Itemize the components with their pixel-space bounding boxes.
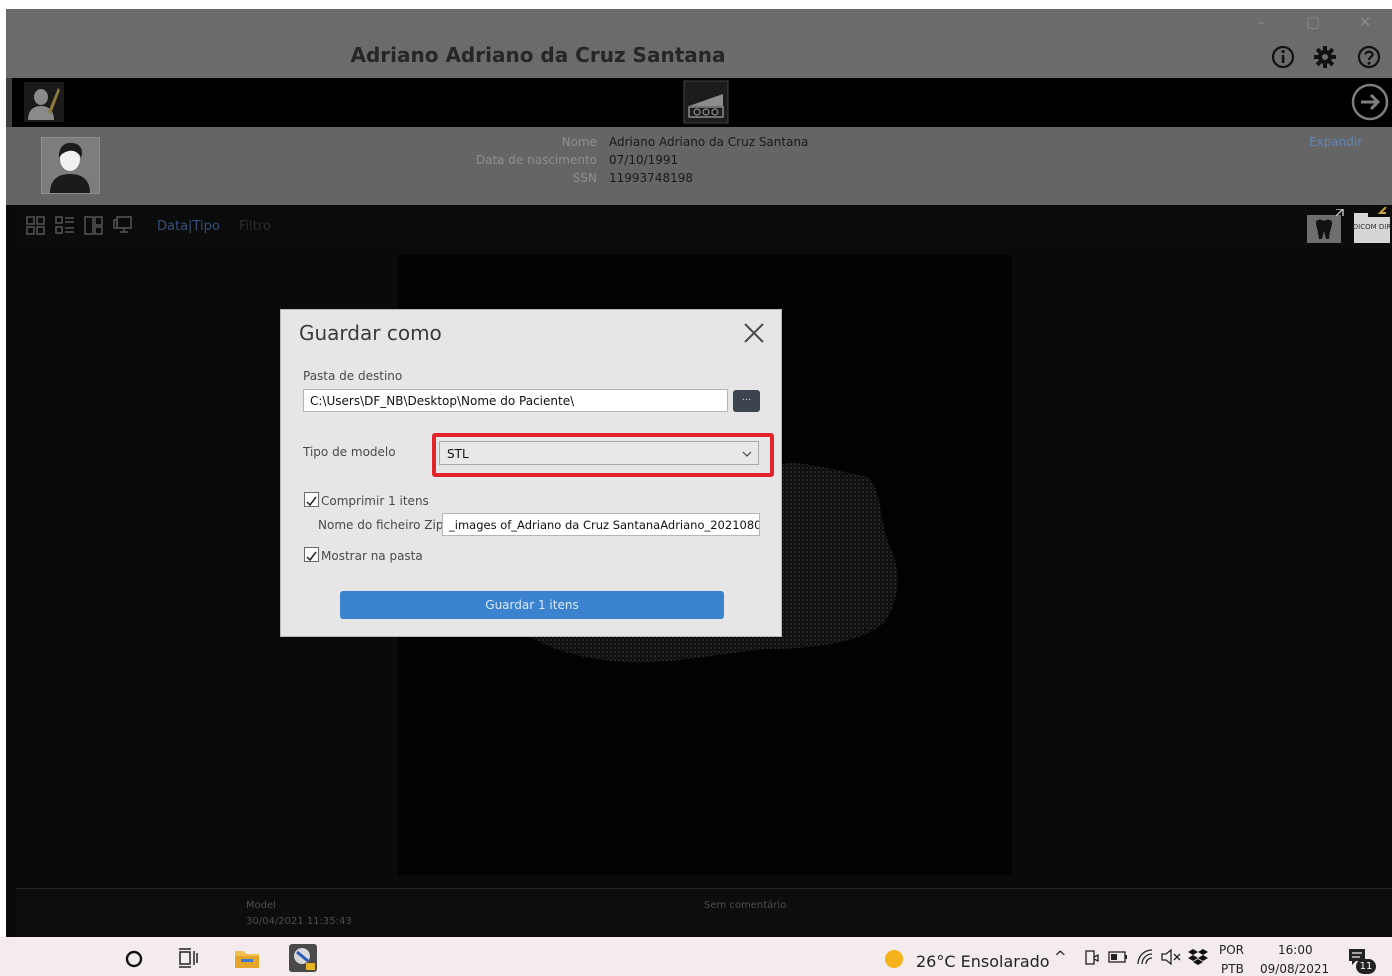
zip-name-label: Nome do ficheiro Zip (318, 518, 444, 532)
sort-by-date-type[interactable]: Data|Tipo (157, 219, 220, 234)
app-root: Adriano Adriano da Cruz Santana – ▢ ✕ No… (0, 0, 1392, 976)
volume-muted-icon[interactable] (1160, 949, 1182, 965)
dest-folder-input[interactable]: C:\Users\DF_NB\Desktop\Nome do Paciente\ (303, 389, 728, 412)
title-bar: Adriano Adriano da Cruz Santana – ▢ ✕ (6, 9, 1392, 78)
patient-ssn-label: SSN (572, 171, 597, 185)
scanner-icon[interactable] (683, 80, 729, 124)
patient-avatar[interactable] (41, 137, 100, 194)
person-icon (50, 142, 90, 193)
help-icon[interactable] (1356, 44, 1382, 70)
wifi-icon[interactable] (1136, 948, 1154, 966)
weather-text[interactable]: 26°C Ensolarado (916, 952, 1050, 971)
patient-panel: Nome Data de nascimento SSN Adriano Adri… (6, 127, 1392, 205)
item-info-bar: Model 30/04/2021 11:35:43 Sem comentário (16, 888, 1392, 937)
clock-date[interactable]: 09/08/2021 (1260, 962, 1329, 976)
show-in-folder-checkbox[interactable] (304, 547, 319, 562)
patient-name-label: Nome (561, 135, 597, 149)
checkmark-icon (306, 496, 317, 507)
expand-link[interactable]: Expandir (1309, 135, 1362, 149)
language-code[interactable]: POR (1219, 943, 1244, 957)
model-type-label: Tipo de modelo (303, 445, 396, 459)
window-title: Adriano Adriano da Cruz Santana (350, 43, 726, 67)
patient-name-value: Adriano Adriano da Cruz Santana (609, 135, 809, 149)
tooth-export-icon[interactable] (1306, 209, 1344, 245)
task-view-icon[interactable] (178, 948, 200, 968)
dropbox-icon[interactable] (1188, 948, 1208, 966)
clock-time[interactable]: 16:00 (1278, 943, 1313, 957)
brush-icon[interactable] (24, 82, 64, 122)
item-comment: Sem comentário (704, 900, 787, 911)
item-date: 30/04/2021 11:35:43 (246, 916, 352, 927)
toolbar-accent (6, 78, 12, 127)
split-view-icon[interactable] (84, 216, 104, 236)
arrow-right-circle-icon[interactable] (1351, 83, 1389, 121)
list-view-icon[interactable] (55, 216, 75, 236)
close-icon[interactable] (741, 320, 767, 346)
notification-badge: 11 (1356, 959, 1376, 974)
patient-dob-label: Data de nascimento (475, 153, 597, 167)
compress-checkbox[interactable] (304, 492, 319, 507)
save-button[interactable]: Guardar 1 itens (340, 591, 724, 619)
minimize-button[interactable]: – (1248, 13, 1274, 33)
battery-icon[interactable] (1108, 951, 1128, 963)
patient-ssn-value: 11993748198 (609, 171, 693, 185)
info-icon[interactable] (1270, 44, 1296, 70)
dicom-dir-icon[interactable]: DICOM DIR (1352, 207, 1392, 245)
dialog-title: Guardar como (299, 321, 442, 345)
dicom-dir-text: DICOM DIR (1353, 223, 1392, 231)
filter-link[interactable]: Filtro (239, 219, 271, 234)
maximize-button[interactable]: ▢ (1300, 13, 1326, 33)
search-circle-icon[interactable] (124, 949, 144, 969)
close-window-button[interactable]: ✕ (1352, 13, 1378, 33)
main-toolbar (6, 78, 1392, 127)
file-explorer-icon[interactable] (234, 947, 260, 969)
checkmark-icon (306, 551, 317, 562)
dental-app-icon[interactable] (288, 943, 318, 973)
dest-folder-label: Pasta de destino (303, 369, 403, 383)
chevron-up-icon[interactable]: ^ (1054, 948, 1067, 966)
item-type: Model (246, 900, 277, 911)
annotation-highlight-box (432, 433, 774, 477)
compress-label[interactable]: Comprimir 1 itens (321, 494, 429, 508)
meet-now-icon[interactable] (1083, 949, 1099, 967)
monitor-icon[interactable] (113, 216, 133, 236)
browse-button[interactable]: ... (733, 390, 760, 412)
keyboard-layout[interactable]: PTB (1221, 962, 1244, 976)
windows-taskbar: 26°C Ensolarado ^ POR PTB 16:00 09/08/20… (0, 937, 1392, 976)
patient-dob-value: 07/10/1991 (609, 153, 679, 167)
view-toolbar: Data|Tipo Filtro DICOM DIR (16, 205, 1392, 247)
zip-name-input[interactable]: _images of_Adriano da Cruz SantanaAdrian… (442, 513, 760, 536)
sun-icon (885, 950, 903, 968)
gear-icon[interactable] (1312, 44, 1338, 70)
grid-view-icon[interactable] (26, 216, 46, 236)
save-as-dialog: Guardar como Pasta de destino C:\Users\D… (280, 309, 782, 637)
show-in-folder-label[interactable]: Mostrar na pasta (321, 549, 423, 563)
